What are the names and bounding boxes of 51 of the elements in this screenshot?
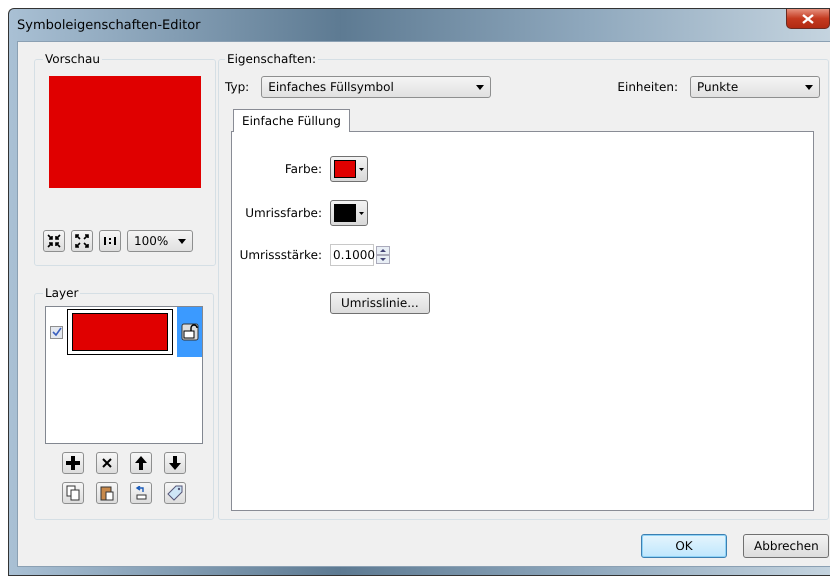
type-dropdown[interactable]: Einfaches Füllsymbol [261, 76, 492, 98]
field-label: Umrissstärke: [240, 248, 322, 262]
arrow-up-icon [135, 456, 147, 470]
layer-checkbox[interactable] [50, 326, 63, 338]
zoom-dropdown[interactable]: 100% [127, 230, 193, 252]
ratio-icon [104, 236, 116, 246]
close-icon [102, 458, 112, 468]
color-picker[interactable] [330, 200, 368, 226]
dialog-button[interactable]: Abbrechen [743, 534, 829, 558]
move-down-button[interactable] [164, 452, 186, 474]
zoom-to-fit-button[interactable] [43, 230, 65, 252]
paste-button[interactable] [96, 482, 118, 504]
outline-button[interactable]: Umrisslinie... [330, 292, 430, 314]
reset-button[interactable] [130, 482, 152, 504]
expand-arrows-icon [74, 233, 90, 249]
caret-icon [805, 84, 813, 90]
plus-icon [66, 456, 80, 470]
actual-size-button[interactable] [99, 230, 121, 252]
tag-icon [167, 485, 183, 501]
caret-icon [178, 238, 186, 244]
caret-icon [476, 84, 484, 90]
arrow-down-icon [169, 456, 181, 470]
field-label: Farbe: [284, 162, 322, 176]
units-label: Einheiten: [617, 80, 678, 94]
tab[interactable]: Einfache Füllung [233, 109, 350, 132]
color-picker[interactable] [330, 156, 368, 182]
caret-icon [359, 212, 364, 214]
type-label: Typ: [225, 80, 250, 94]
number-field[interactable]: 0.1000 [330, 244, 374, 266]
group-label: Vorschau [44, 52, 101, 66]
group-label: Layer [44, 286, 80, 300]
dialog-button[interactable]: OK [641, 534, 727, 558]
shrink-arrows-icon [46, 233, 62, 249]
close-button[interactable] [786, 9, 830, 29]
caret-icon [359, 168, 364, 170]
move-up-button[interactable] [130, 452, 152, 474]
remove-layer-button[interactable] [96, 452, 118, 474]
group-label: Eigenschaften: [226, 52, 318, 66]
lock-icon[interactable] [181, 323, 199, 341]
window-title: Symboleigenschaften-Editor [17, 18, 200, 32]
zoom-full-button[interactable] [71, 230, 93, 252]
tag-button[interactable] [164, 482, 186, 504]
return-arrow-icon [134, 486, 148, 500]
add-layer-button[interactable] [62, 452, 84, 474]
copy-icon [66, 485, 80, 501]
close-icon [802, 14, 814, 24]
copy-button[interactable] [62, 482, 84, 504]
spin-buttons[interactable] [376, 246, 390, 264]
field-label: Umrissfarbe: [245, 206, 322, 220]
units-dropdown[interactable]: Punkte [690, 76, 820, 98]
clipboard-icon [100, 485, 114, 501]
